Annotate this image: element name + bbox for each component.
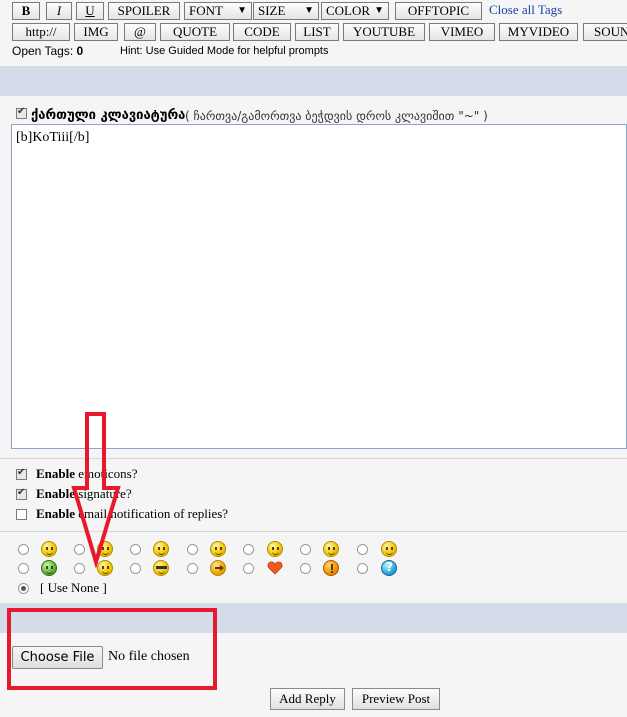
red-highlight-box (7, 608, 217, 690)
